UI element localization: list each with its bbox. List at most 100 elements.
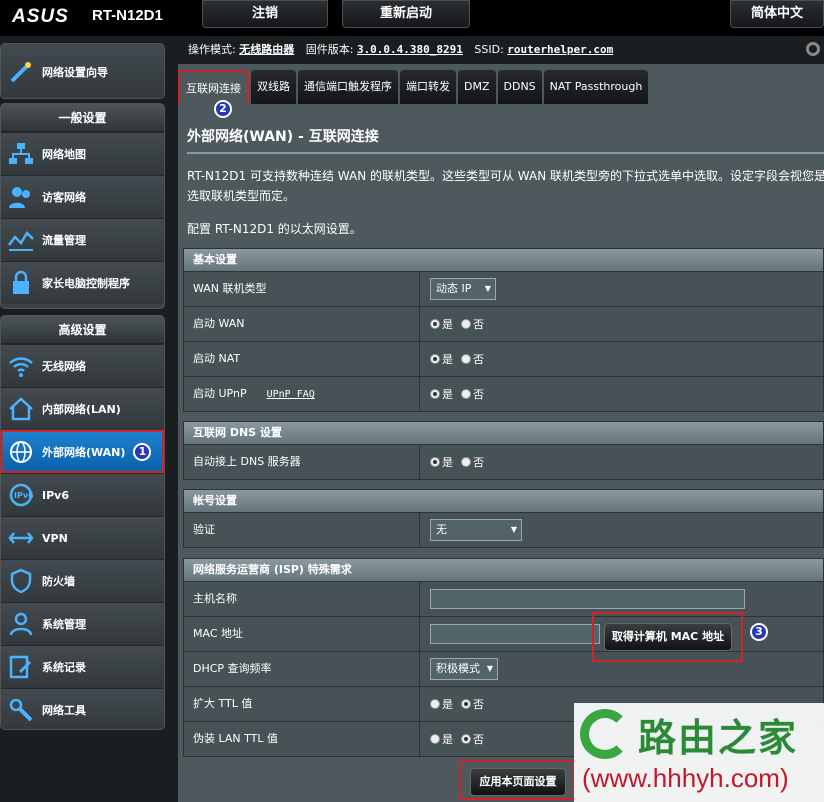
section-title: 互联网 DNS 设置	[184, 422, 823, 444]
radio-label: 是	[442, 353, 453, 366]
tab-ddns[interactable]: DDNS	[497, 70, 542, 104]
sidebar-item-label: VPN	[42, 531, 68, 545]
radio-label: 是	[442, 733, 453, 746]
sidebar-item-ipv6[interactable]: IPv6 IPv6	[1, 473, 164, 516]
sidebar-item-traffic[interactable]: 流量管理	[1, 218, 164, 261]
sidebar-item-wizard[interactable]: 网络设置向导	[1, 44, 164, 98]
main-panel: 互联网连接 2 双线路 通信端口触发程序 端口转发 DMZ DDNS NAT Pa…	[178, 64, 824, 802]
tab-dmz[interactable]: DMZ	[458, 70, 496, 104]
sidebar-item-wireless[interactable]: 无线网络	[1, 344, 164, 387]
mac-input[interactable]	[430, 624, 600, 644]
ssid-link[interactable]: routerhelper.com	[507, 43, 613, 56]
watermark-url: (www.hhhyh.com)	[582, 763, 789, 793]
field-label: 主机名称	[184, 582, 420, 616]
advanced-title: 高级设置	[1, 316, 164, 344]
radio-yes[interactable]	[430, 319, 440, 329]
sidebar-item-admin[interactable]: 系统管理	[1, 602, 164, 645]
sidebar-item-label: 内部网络(LAN)	[42, 403, 121, 416]
field-label: WAN 联机类型	[184, 272, 420, 306]
sidebar-item-label: 防火墙	[42, 575, 75, 588]
field-label: 验证	[184, 513, 420, 547]
sidebar-item-firewall[interactable]: 防火墙	[1, 559, 164, 602]
step-badge: 3	[750, 623, 768, 641]
gear-icon[interactable]	[806, 42, 820, 56]
apply-button[interactable]: 应用本页面设置	[470, 768, 566, 796]
field-label: 扩大 TTL 值	[184, 687, 420, 721]
sidebar-item-label: 家长电脑控制程序	[42, 277, 130, 290]
divider	[187, 152, 824, 154]
get-mac-button[interactable]: 取得计算机 MAC 地址	[604, 623, 732, 651]
upnp-faq-link[interactable]: UPnP FAQ	[267, 389, 315, 400]
field-label: MAC 地址	[184, 617, 420, 651]
logout-button[interactable]: 注销	[202, 0, 328, 28]
wan-type-row: WAN 联机类型 动态 IP	[184, 271, 823, 306]
radio-no[interactable]	[461, 457, 471, 467]
ssid-label: SSID:	[474, 43, 504, 56]
tab-port-forward[interactable]: 端口转发	[400, 70, 456, 104]
basic-settings-section: 基本设置 WAN 联机类型动态 IP 启动 WAN是否 启动 NAT是否 启动 …	[183, 248, 824, 412]
tab-dual-wan[interactable]: 双线路	[251, 70, 296, 104]
enable-wan-row: 启动 WAN 是 否	[184, 306, 823, 341]
radio-yes[interactable]	[430, 699, 440, 709]
mac-button-highlight: 取得计算机 MAC 地址	[592, 612, 743, 662]
enable-upnp-row: 启动 UPnP UPnP FAQ 是 否	[184, 376, 823, 411]
radio-yes[interactable]	[430, 354, 440, 364]
sidebar-item-parental[interactable]: 家长电脑控制程序	[1, 261, 164, 304]
field-label: 启动 NAT	[184, 342, 420, 376]
dhcp-select[interactable]: 积极模式	[430, 658, 498, 680]
shield-icon	[7, 567, 35, 595]
hostname-row: 主机名称	[184, 581, 823, 616]
step-badge: 1	[133, 443, 152, 461]
radio-yes[interactable]	[430, 389, 440, 399]
tab-port-trigger[interactable]: 通信端口触发程序	[298, 70, 398, 104]
sidebar-item-network-map[interactable]: 网络地图	[1, 132, 164, 175]
step-badge: 2	[214, 100, 232, 118]
watermark: 路由之家 (www.hhhyh.com)	[574, 703, 824, 802]
enable-nat-row: 启动 NAT 是 否	[184, 341, 823, 376]
tab-nat-passthrough[interactable]: NAT Passthrough	[543, 70, 649, 104]
sidebar-item-syslog[interactable]: 系统记录	[1, 645, 164, 688]
hostname-input[interactable]	[430, 589, 745, 609]
apply-button-highlight: 应用本页面设置	[459, 760, 575, 800]
field-label: DHCP 查询频率	[184, 652, 420, 686]
mode-label: 操作模式:	[188, 43, 236, 56]
sidebar-item-guest-network[interactable]: 访客网络	[1, 175, 164, 218]
radio-yes[interactable]	[430, 734, 440, 744]
sidebar-item-tools[interactable]: 网络工具	[1, 688, 164, 729]
field-label: 伪装 LAN TTL 值	[184, 722, 420, 756]
sidebar-item-vpn[interactable]: VPN	[1, 516, 164, 559]
sidebar: 网络设置向导 一般设置 网络地图 访客网络 流量管理 家长电脑控制程序 高级设置…	[0, 36, 170, 802]
sidebar-item-lan[interactable]: 内部网络(LAN)	[1, 387, 164, 430]
radio-no[interactable]	[461, 354, 471, 364]
sidebar-item-label: 访客网络	[42, 191, 86, 204]
general-title: 一般设置	[1, 104, 164, 132]
page-title: 外部网络(WAN) - 互联网连接	[187, 129, 379, 145]
field-label: 启动 UPnP	[193, 387, 247, 400]
sidebar-item-label: 网络设置向导	[42, 66, 108, 79]
page-description: RT-N12D1 可支持数种连结 WAN 的联机类型。这些类型可从 WAN 联机…	[187, 169, 824, 203]
reboot-button[interactable]: 重新启动	[342, 0, 470, 28]
radio-yes[interactable]	[430, 457, 440, 467]
radio-label: 否	[473, 733, 484, 746]
radio-no[interactable]	[461, 389, 471, 399]
field-label: 启动 WAN	[184, 307, 420, 341]
language-selector[interactable]: 简体中文	[730, 0, 824, 28]
sidebar-item-wan[interactable]: 外部网络(WAN) 1	[1, 430, 164, 473]
asus-logo: ASUS	[12, 6, 69, 27]
fw-label: 固件版本:	[305, 43, 354, 56]
wan-type-select[interactable]: 动态 IP	[430, 278, 496, 300]
account-section: 帐号设置 验证无	[183, 489, 824, 548]
network-map-icon	[7, 140, 35, 168]
general-group: 一般设置 网络地图 访客网络 流量管理 家长电脑控制程序	[0, 103, 165, 309]
mode-link[interactable]: 无线路由器	[239, 43, 294, 56]
tab-internet[interactable]: 互联网连接 2	[178, 70, 249, 118]
users-icon	[7, 183, 35, 211]
radio-no[interactable]	[461, 319, 471, 329]
radio-label: 否	[473, 353, 484, 366]
firmware-link[interactable]: 3.0.0.4.380_8291	[357, 43, 463, 56]
radio-no[interactable]	[461, 699, 471, 709]
dns-section: 互联网 DNS 设置 自动接上 DNS 服务器 是 否	[183, 421, 824, 480]
auth-select[interactable]: 无	[430, 519, 522, 541]
radio-label: 是	[442, 698, 453, 711]
radio-no[interactable]	[461, 734, 471, 744]
